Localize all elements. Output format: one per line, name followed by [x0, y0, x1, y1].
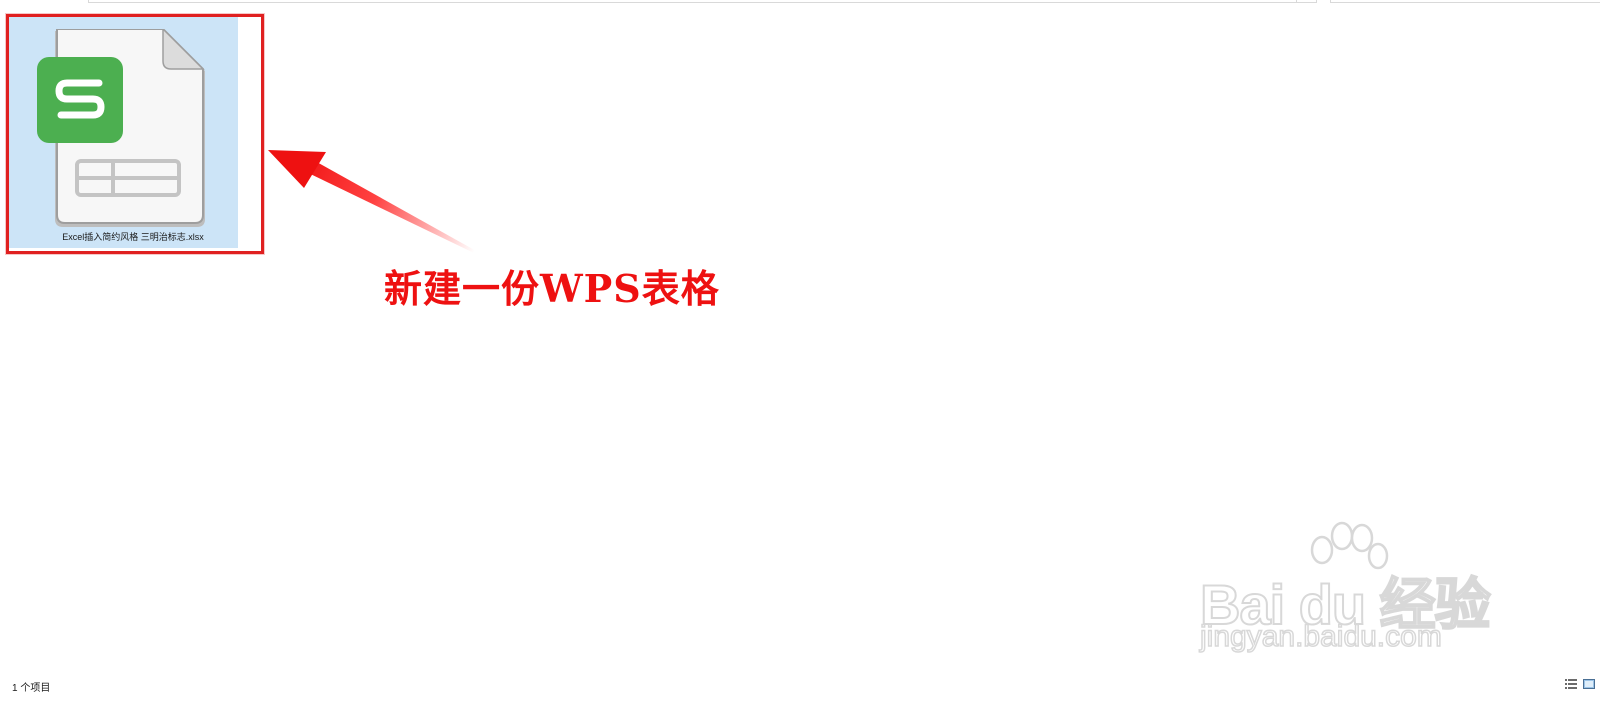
annotation-label: 新建一份WPS表格	[384, 266, 720, 311]
watermark-url: jingyan.baidu.com	[1199, 619, 1442, 654]
item-count: 1 个项目	[12, 683, 51, 694]
highlight-frame	[6, 14, 264, 254]
address-dropdown-button[interactable]	[1297, 0, 1317, 3]
details-view-icon[interactable]	[1565, 679, 1577, 689]
baidu-watermark: Bai du 经验 jingyan.baidu.com	[1199, 520, 1500, 670]
status-bar: 1 个项目	[0, 674, 1600, 708]
search-input[interactable]	[1330, 0, 1600, 3]
address-bar[interactable]	[88, 0, 1297, 3]
large-icons-view-icon[interactable]	[1583, 679, 1595, 689]
